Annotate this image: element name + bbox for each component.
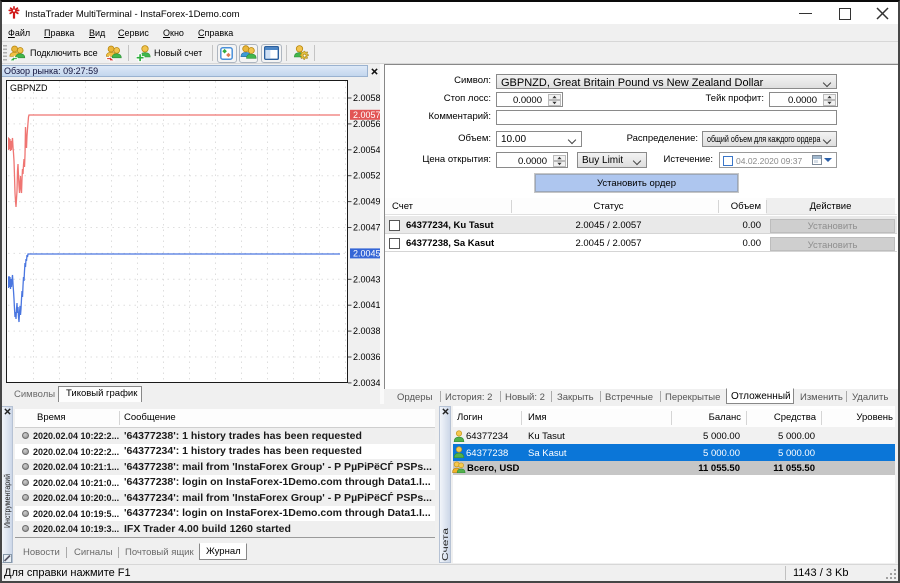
svg-text:2.0036: 2.0036 xyxy=(353,352,381,362)
svg-text:2.0038: 2.0038 xyxy=(353,326,381,336)
svg-text:2.0034: 2.0034 xyxy=(353,378,381,388)
svg-text:2.0052: 2.0052 xyxy=(353,171,381,181)
svg-text:2.0043: 2.0043 xyxy=(353,274,381,284)
svg-text:2.0049: 2.0049 xyxy=(353,197,381,207)
svg-text:2.0045: 2.0045 xyxy=(353,249,381,259)
svg-text:Счета: Счета xyxy=(441,527,450,561)
svg-text:Инструментарий: Инструментарий xyxy=(3,474,12,528)
svg-text:2.0041: 2.0041 xyxy=(353,300,381,310)
svg-text:2.0054: 2.0054 xyxy=(353,145,381,155)
svg-text:2.0047: 2.0047 xyxy=(353,223,381,233)
svg-text:2.0057: 2.0057 xyxy=(353,110,381,120)
svg-text:2.0058: 2.0058 xyxy=(353,93,381,103)
svg-text:2.0056: 2.0056 xyxy=(353,119,381,129)
svg-text:GBPNZD: GBPNZD xyxy=(10,83,48,93)
